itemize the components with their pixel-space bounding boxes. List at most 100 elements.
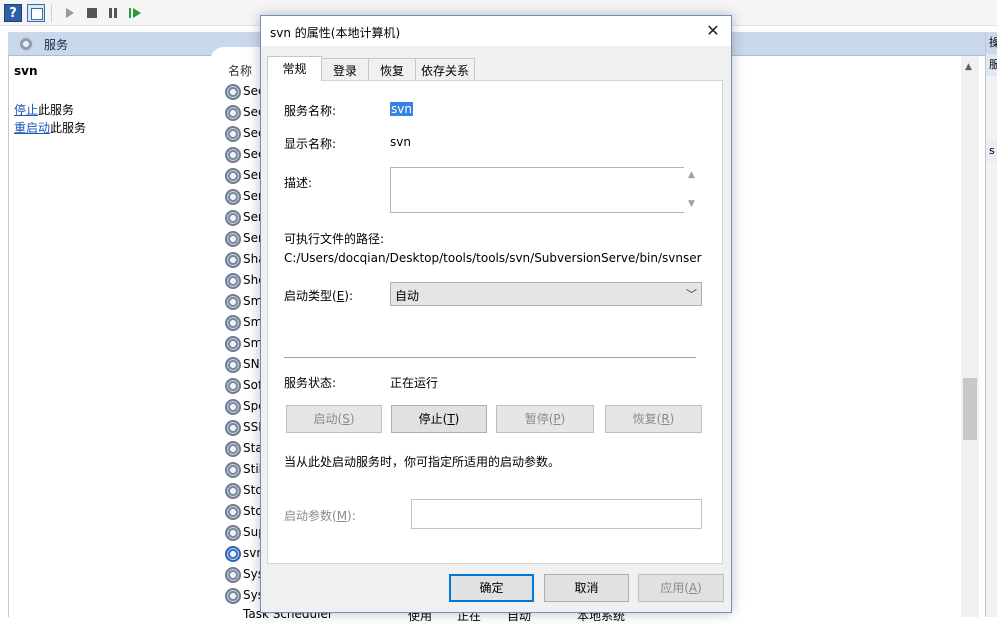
service-row[interactable]: SN: [225, 354, 265, 375]
service-gear-icon: [225, 420, 241, 436]
service-row[interactable]: Sec: [225, 102, 265, 123]
actions-header: 操: [986, 32, 997, 54]
pause-service-icon[interactable]: [104, 4, 122, 22]
startup-type-label-text: 启动类型(: [284, 289, 337, 303]
executable-path-value[interactable]: C:/Users/docqian/Desktop/tools/tools/svn…: [284, 251, 702, 265]
service-gear-icon: [225, 105, 241, 121]
actions-group-services[interactable]: 服: [986, 54, 997, 76]
service-gear-icon: [225, 336, 241, 352]
service-row[interactable]: Sha: [225, 249, 265, 270]
service-row-svn[interactable]: svn: [225, 543, 265, 564]
service-row[interactable]: Spo: [225, 396, 265, 417]
dialog-title-bar[interactable]: svn 的属性(本地计算机) ✕: [261, 16, 731, 46]
executable-path-label: 可执行文件的路径:: [284, 232, 385, 246]
service-row[interactable]: Sec: [225, 81, 265, 102]
service-row[interactable]: Sto: [225, 480, 265, 501]
service-row[interactable]: Sys: [225, 564, 265, 585]
pause-button[interactable]: 暂停(P): [496, 405, 594, 433]
description-textarea[interactable]: [390, 167, 702, 213]
stop-button-label: 停止(: [418, 412, 448, 426]
restart-service-icon[interactable]: [126, 4, 144, 22]
startup-type-label-tail: ):: [344, 289, 354, 303]
service-status-value: 正在运行: [390, 376, 439, 390]
actions-group-svn[interactable]: s: [986, 140, 997, 162]
service-row[interactable]: Sm: [225, 333, 265, 354]
service-gear-icon: [225, 525, 241, 541]
service-row[interactable]: SSD: [225, 417, 265, 438]
start-parameters-access-key: M: [336, 509, 348, 523]
description-scrollbar[interactable]: ▲ ▼: [684, 167, 702, 213]
service-row[interactable]: Stil: [225, 459, 265, 480]
service-row[interactable]: Sta: [225, 438, 265, 459]
console-icon[interactable]: [27, 4, 45, 22]
service-status-label: 服务状态:: [284, 376, 337, 390]
scroll-up-icon[interactable]: ▲: [965, 62, 972, 72]
service-name-selected-text[interactable]: svn: [390, 102, 413, 116]
list-vertical-scrollbar[interactable]: ▲: [961, 56, 979, 617]
resume-button-label: 恢复(: [632, 412, 662, 426]
column-header-name[interactable]: 名称: [228, 62, 252, 79]
service-row[interactable]: Ser: [225, 186, 265, 207]
restart-service-link[interactable]: 重启动: [14, 121, 50, 135]
service-name-value[interactable]: svn: [390, 102, 413, 116]
scroll-down-icon[interactable]: ▼: [688, 199, 695, 209]
close-icon[interactable]: ✕: [703, 21, 723, 41]
service-row[interactable]: Sup: [225, 522, 265, 543]
start-parameters-label-tail: ):: [347, 509, 356, 523]
tab-logon[interactable]: 登录: [321, 58, 369, 80]
service-row[interactable]: Sm: [225, 291, 265, 312]
service-gear-icon: [225, 210, 241, 226]
service-row[interactable]: Sys: [225, 585, 265, 606]
startup-type-select[interactable]: 自动 ﹀: [390, 282, 702, 306]
tab-recovery[interactable]: 恢复: [368, 58, 416, 80]
services-title: 服务: [44, 38, 69, 52]
start-button[interactable]: 启动(S): [286, 405, 382, 433]
start-service-icon[interactable]: [62, 4, 80, 22]
tab-dependencies[interactable]: 依存关系: [415, 58, 475, 80]
stop-service-icon[interactable]: [83, 4, 101, 22]
service-gear-icon: [225, 567, 241, 583]
tab-general[interactable]: 常规: [267, 56, 322, 81]
service-row[interactable]: Sof: [225, 375, 265, 396]
start-parameters-input[interactable]: [411, 499, 702, 529]
service-gear-icon: [225, 231, 241, 247]
pause-access-key: P: [553, 412, 561, 426]
start-access-key: S: [342, 412, 350, 426]
start-parameters-note: 当从此处启动服务时，你可指定所适用的启动参数。: [284, 455, 561, 469]
service-gear-icon: [225, 315, 241, 331]
cancel-button[interactable]: 取消: [544, 574, 629, 602]
service-gear-icon: [225, 252, 241, 268]
service-row[interactable]: Ser: [225, 207, 265, 228]
resume-button[interactable]: 恢复(R): [605, 405, 702, 433]
startup-type-value: 自动: [395, 289, 420, 303]
dialog-title: svn 的属性(本地计算机): [270, 26, 401, 40]
start-button-label: 启动(: [313, 412, 343, 426]
display-name-value[interactable]: svn: [390, 135, 411, 149]
service-row[interactable]: She: [225, 270, 265, 291]
apply-access-key: A: [688, 581, 698, 595]
stop-service-suffix: 此服务: [38, 103, 75, 117]
ok-button[interactable]: 确定: [449, 574, 534, 602]
service-gear-icon: [225, 588, 241, 604]
stop-service-link[interactable]: 停止: [14, 103, 38, 117]
service-row[interactable]: Ser: [225, 228, 265, 249]
stop-access-key: T: [447, 412, 455, 426]
restart-service-suffix: 此服务: [50, 121, 87, 135]
start-button-tail: ): [349, 412, 355, 426]
service-row[interactable]: Sto: [225, 501, 265, 522]
service-gear-icon: [225, 273, 241, 289]
apply-button[interactable]: 应用(A): [638, 574, 724, 602]
scrollbar-thumb[interactable]: [963, 378, 977, 440]
start-parameters-label: 启动参数(M):: [284, 507, 356, 524]
scroll-up-icon[interactable]: ▲: [688, 170, 695, 180]
service-gear-icon: [225, 483, 241, 499]
service-row[interactable]: Sec: [225, 144, 265, 165]
service-gear-icon: [225, 189, 241, 205]
service-row[interactable]: Sm: [225, 312, 265, 333]
service-gear-icon: [225, 399, 241, 415]
service-row[interactable]: Ser: [225, 165, 265, 186]
toolbar-separator: [51, 4, 52, 22]
service-row[interactable]: Sec: [225, 123, 265, 144]
stop-button[interactable]: 停止(T): [391, 405, 487, 433]
help-icon[interactable]: ?: [4, 4, 22, 22]
